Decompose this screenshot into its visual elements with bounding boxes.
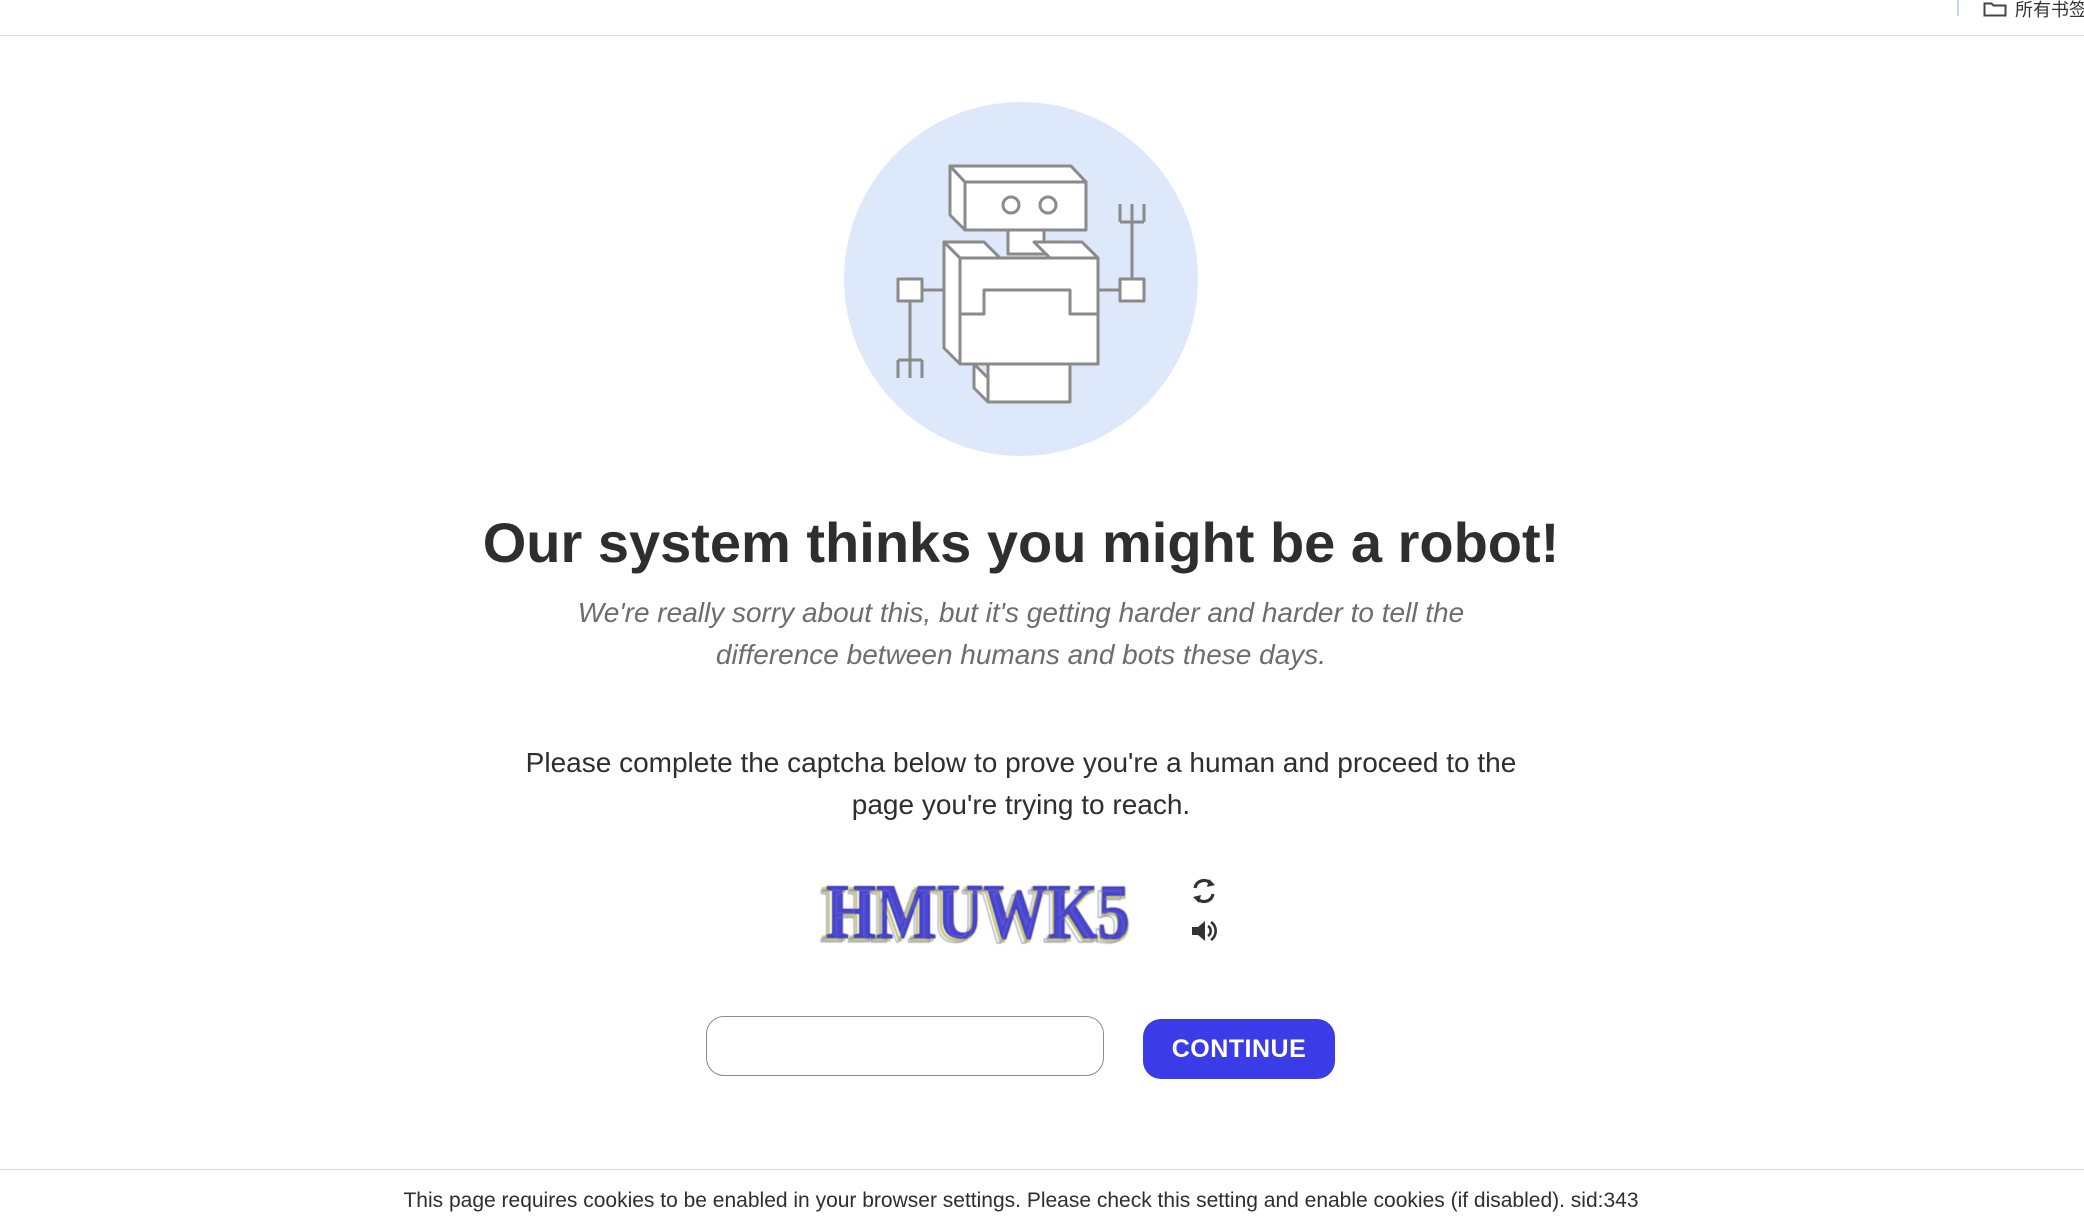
page-title: Our system thinks you might be a robot! (482, 511, 1560, 574)
robot-illustration (844, 102, 1198, 456)
captcha-tools (1188, 876, 1220, 956)
continue-button[interactable]: CONTINUE (1143, 1019, 1335, 1079)
captcha-image: HMUWK5 HMUWK5 HMUWK5 (818, 868, 1138, 952)
refresh-icon[interactable] (1188, 876, 1220, 906)
footer-divider (0, 1169, 2084, 1170)
audio-icon[interactable] (1188, 916, 1220, 946)
bookmarks-bar: 所有书签 (0, 0, 2084, 36)
captcha-page: 所有书签 Our system thinks you might be a ro… (0, 0, 2084, 1221)
folder-icon (1983, 1, 2007, 17)
svg-text:HMUWK5: HMUWK5 (820, 872, 1126, 952)
bookmarks-separator (1957, 0, 1959, 16)
bookmarks-folder-label: 所有书签 (2015, 0, 2084, 20)
all-bookmarks-folder[interactable]: 所有书签 (1983, 0, 2084, 22)
apology-message: We're really sorry about this, but it's … (577, 597, 1465, 670)
cookie-notice: This page requires cookies to be enabled… (403, 1189, 1639, 1212)
robot-icon (896, 164, 1146, 404)
captcha-answer-input[interactable] (706, 1016, 1104, 1076)
captcha-instructions: Please complete the captcha below to pro… (525, 747, 1517, 820)
